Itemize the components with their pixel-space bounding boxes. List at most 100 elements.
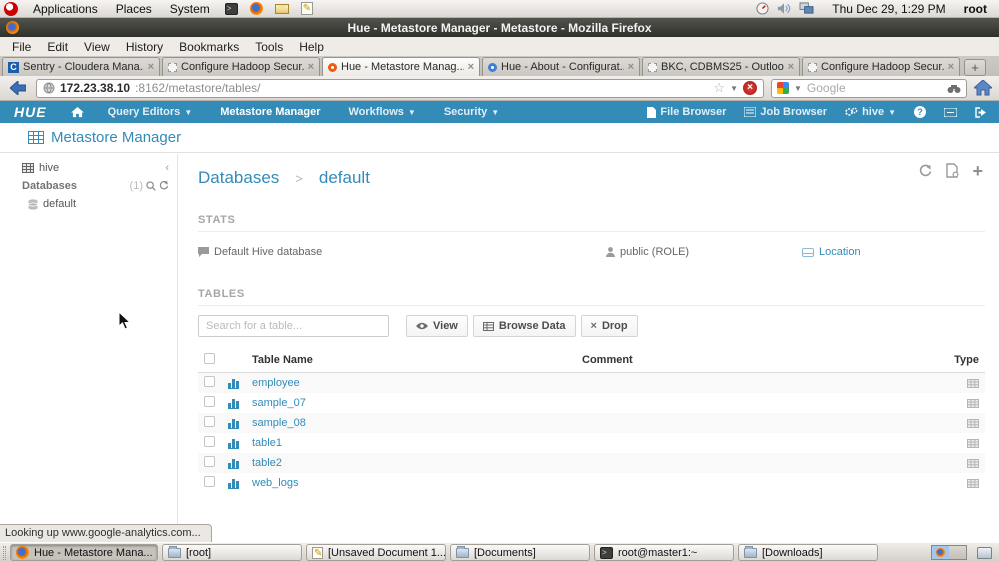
hue-logo[interactable]: HUE bbox=[14, 104, 47, 120]
mail-launcher-icon[interactable] bbox=[274, 3, 289, 14]
browse-data-button[interactable]: Browse Data bbox=[472, 315, 576, 337]
menu-view[interactable]: View bbox=[76, 40, 118, 54]
user-applet[interactable]: root bbox=[964, 2, 991, 16]
row-checkbox[interactable] bbox=[204, 436, 215, 447]
bookmark-star-icon[interactable]: ☆ bbox=[713, 80, 725, 96]
workspace-switcher[interactable] bbox=[931, 545, 967, 560]
menu-edit[interactable]: Edit bbox=[39, 40, 76, 54]
tab-close-icon[interactable]: × bbox=[948, 61, 954, 73]
stop-button[interactable]: × bbox=[743, 81, 757, 95]
nav-query-editors[interactable]: Query Editors ▼ bbox=[108, 106, 193, 118]
table-link[interactable]: web_logs bbox=[246, 473, 576, 493]
add-database-icon[interactable]: + bbox=[972, 162, 983, 180]
table-link[interactable]: table1 bbox=[246, 433, 576, 453]
url-dropdown-icon[interactable]: ▼ bbox=[730, 84, 738, 93]
tab-sentry[interactable]: C Sentry - Cloudera Mana... × bbox=[2, 57, 160, 76]
row-checkbox[interactable] bbox=[204, 416, 215, 427]
tab-outlook[interactable]: BKC, CDBMS25 - Outloo... × bbox=[642, 57, 800, 76]
table-row[interactable]: sample_08 bbox=[198, 413, 985, 433]
engine-dropdown-icon[interactable]: ▼ bbox=[794, 84, 802, 93]
sidebar-source-hive[interactable]: hive ‹ bbox=[0, 159, 177, 177]
tab-close-icon[interactable]: × bbox=[468, 61, 474, 73]
column-type[interactable]: Type bbox=[945, 349, 985, 373]
tab-close-icon[interactable]: × bbox=[148, 61, 154, 73]
taskbar-window-downloads[interactable]: [Downloads] bbox=[738, 544, 878, 561]
taskbar-window-documents[interactable]: [Documents] bbox=[450, 544, 590, 561]
feedback-icon[interactable] bbox=[944, 107, 957, 117]
places-menu[interactable]: Places bbox=[107, 0, 161, 18]
firefox-launcher-icon[interactable] bbox=[249, 2, 263, 15]
hue-home-button[interactable] bbox=[70, 106, 84, 118]
table-row[interactable]: table1 bbox=[198, 433, 985, 453]
nav-job-browser[interactable]: Job Browser bbox=[744, 106, 827, 118]
taskbar-window-terminal[interactable]: root@master1:~ bbox=[594, 544, 734, 561]
tab-close-icon[interactable]: × bbox=[788, 61, 794, 73]
nav-workflows[interactable]: Workflows ▼ bbox=[349, 106, 416, 118]
editor-launcher-icon[interactable] bbox=[300, 2, 313, 15]
network-icon[interactable] bbox=[799, 2, 814, 15]
table-row[interactable]: web_logs bbox=[198, 473, 985, 493]
search-bar[interactable]: ▼ Google bbox=[771, 78, 967, 98]
stat-location-link[interactable]: Location bbox=[802, 246, 861, 258]
nav-security[interactable]: Security ▼ bbox=[444, 106, 499, 118]
tab-hue-metastore[interactable]: Hue - Metastore Manag... × bbox=[322, 57, 480, 76]
taskbar-window-unsaved-doc[interactable]: [Unsaved Document 1... bbox=[306, 544, 446, 561]
system-menu[interactable]: System bbox=[161, 0, 219, 18]
menu-file[interactable]: File bbox=[4, 40, 39, 54]
workspace-2[interactable] bbox=[949, 546, 966, 559]
breadcrumb-current[interactable]: default bbox=[319, 168, 370, 188]
new-tab-button[interactable]: + bbox=[964, 59, 986, 76]
menu-help[interactable]: Help bbox=[291, 40, 332, 54]
view-button[interactable]: View bbox=[406, 315, 468, 337]
collapse-sidebar-icon[interactable]: ‹ bbox=[165, 162, 169, 174]
row-checkbox[interactable] bbox=[204, 476, 215, 487]
select-all-checkbox[interactable] bbox=[204, 353, 215, 364]
table-row[interactable]: sample_07 bbox=[198, 393, 985, 413]
nav-user-hive[interactable]: hive ▼ bbox=[845, 106, 896, 118]
binoculars-icon[interactable] bbox=[947, 83, 961, 94]
home-button-icon[interactable] bbox=[974, 80, 992, 96]
system-monitor-icon[interactable] bbox=[756, 2, 769, 15]
table-link[interactable]: table2 bbox=[246, 453, 576, 473]
clock[interactable]: Thu Dec 29, 1:29 PM bbox=[822, 2, 955, 16]
volume-icon[interactable] bbox=[777, 2, 791, 15]
breadcrumb-databases[interactable]: Databases bbox=[198, 168, 279, 188]
trash-applet-icon[interactable] bbox=[977, 546, 992, 559]
refresh-icon[interactable] bbox=[918, 164, 933, 178]
sidebar-item-default-db[interactable]: default bbox=[0, 195, 177, 213]
taskbar-window-root[interactable]: [root] bbox=[162, 544, 302, 561]
tab-close-icon[interactable]: × bbox=[308, 61, 314, 73]
row-checkbox[interactable] bbox=[204, 396, 215, 407]
table-link[interactable]: sample_07 bbox=[246, 393, 576, 413]
back-button[interactable] bbox=[7, 78, 29, 98]
taskbar-window-hue[interactable]: Hue - Metastore Mana... bbox=[10, 544, 158, 561]
distro-logo-icon[interactable] bbox=[4, 1, 18, 16]
search-icon[interactable] bbox=[146, 181, 156, 191]
tab-close-icon[interactable]: × bbox=[628, 61, 634, 73]
table-row[interactable]: employee bbox=[198, 372, 985, 394]
column-comment[interactable]: Comment bbox=[576, 349, 945, 373]
sign-out-icon[interactable] bbox=[975, 106, 987, 118]
table-row[interactable]: table2 bbox=[198, 453, 985, 473]
menu-history[interactable]: History bbox=[118, 40, 171, 54]
column-table-name[interactable]: Table Name bbox=[246, 349, 576, 373]
help-icon[interactable]: ? bbox=[914, 106, 926, 118]
drop-button[interactable]: × Drop bbox=[580, 315, 638, 337]
menu-tools[interactable]: Tools bbox=[247, 40, 291, 54]
refresh-icon[interactable] bbox=[159, 181, 169, 191]
tab-hue-about[interactable]: Hue - About - Configurat... × bbox=[482, 57, 640, 76]
url-bar[interactable]: 172.23.38.10:8162/metastore/tables/ ☆ ▼ … bbox=[36, 78, 764, 98]
menu-bookmarks[interactable]: Bookmarks bbox=[171, 40, 247, 54]
table-link[interactable]: employee bbox=[246, 373, 576, 394]
workspace-1[interactable] bbox=[932, 546, 949, 559]
row-checkbox[interactable] bbox=[204, 456, 215, 467]
nav-file-browser[interactable]: File Browser bbox=[647, 106, 726, 118]
table-search-input[interactable] bbox=[198, 315, 389, 337]
tab-configure-hadoop-2[interactable]: Configure Hadoop Secur... × bbox=[802, 57, 960, 76]
terminal-launcher-icon[interactable] bbox=[224, 2, 238, 15]
google-engine-icon[interactable] bbox=[777, 82, 789, 94]
row-checkbox[interactable] bbox=[204, 376, 215, 387]
tab-configure-hadoop-1[interactable]: Configure Hadoop Secur... × bbox=[162, 57, 320, 76]
import-document-icon[interactable] bbox=[946, 163, 959, 178]
applications-menu[interactable]: Applications bbox=[24, 0, 107, 18]
